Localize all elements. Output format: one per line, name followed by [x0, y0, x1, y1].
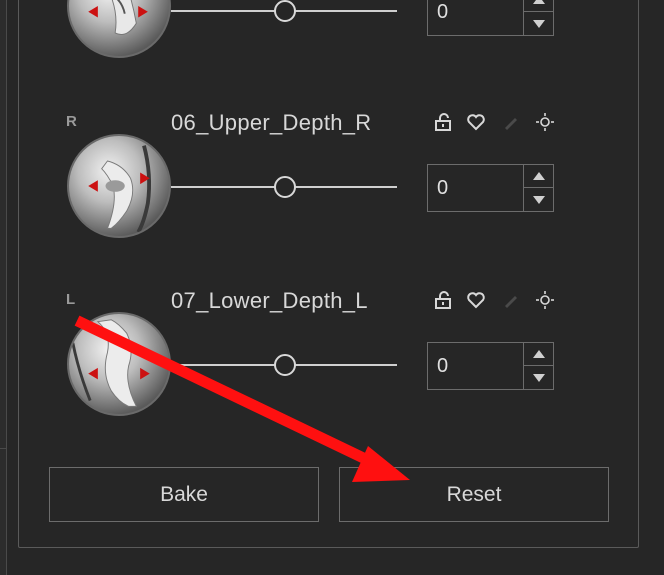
left-panel-divider	[0, 448, 6, 551]
reset-button[interactable]: Reset	[339, 467, 609, 522]
morph-title: 06_Upper_Depth_R	[171, 110, 372, 135]
heart-icon[interactable]	[466, 290, 486, 310]
unlock-icon[interactable]	[433, 290, 453, 310]
morph-panel	[18, 0, 639, 548]
morph-value-spinbox[interactable]: 0	[427, 164, 554, 212]
morph-thumbnail[interactable]	[67, 134, 171, 238]
right-marker-icon	[140, 367, 150, 380]
arrow-down-icon	[532, 19, 545, 28]
unlock-icon[interactable]	[433, 112, 453, 132]
left-panel-edge	[0, 0, 7, 575]
arrow-down-icon	[532, 373, 545, 382]
morph-thumbnail[interactable]	[67, 0, 171, 58]
morph-value[interactable]: 0	[437, 1, 448, 24]
side-indicator: L	[66, 291, 76, 308]
morph-slider-knob[interactable]	[274, 0, 296, 22]
decrement-button[interactable]	[524, 12, 553, 35]
increment-button[interactable]	[524, 343, 553, 366]
morph-slider-knob[interactable]	[274, 176, 296, 198]
decrement-button[interactable]	[524, 188, 553, 211]
pencil-icon[interactable]	[501, 112, 521, 132]
increment-button[interactable]	[524, 0, 553, 12]
increment-button[interactable]	[524, 165, 553, 188]
morph-value-spinbox[interactable]: 0	[427, 342, 554, 390]
arrow-up-icon	[532, 172, 545, 180]
pencil-icon[interactable]	[501, 290, 521, 310]
left-marker-icon	[88, 6, 98, 18]
morph-thumbnail[interactable]	[67, 312, 171, 416]
bake-button[interactable]: Bake	[49, 467, 319, 522]
heart-icon[interactable]	[466, 112, 486, 132]
morph-value[interactable]: 0	[437, 177, 448, 200]
morph-value-spinbox[interactable]: 0	[427, 0, 554, 36]
decrement-button[interactable]	[524, 366, 553, 389]
morph-value[interactable]: 0	[437, 355, 448, 378]
left-marker-icon	[88, 367, 98, 380]
sun-icon[interactable]	[535, 290, 555, 310]
arrow-up-icon	[532, 0, 545, 4]
sun-icon[interactable]	[535, 112, 555, 132]
morph-title: 07_Lower_Depth_L	[171, 288, 368, 313]
arrow-up-icon	[532, 350, 545, 358]
side-indicator: R	[66, 113, 77, 130]
arrow-down-icon	[532, 195, 545, 204]
left-marker-icon	[88, 180, 98, 192]
right-marker-icon	[138, 6, 148, 18]
morph-slider-knob[interactable]	[274, 354, 296, 376]
